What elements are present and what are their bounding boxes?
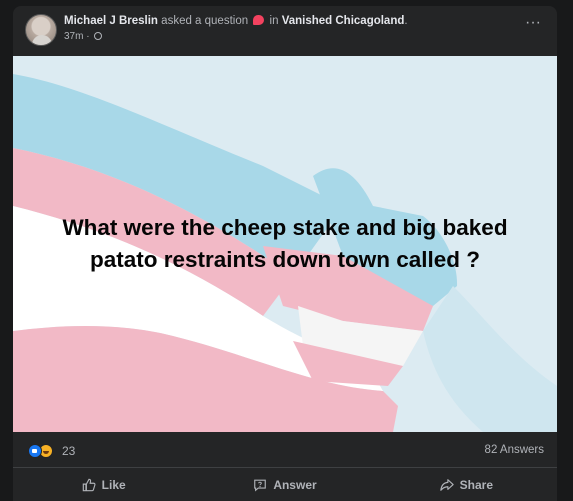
answer-label: Answer bbox=[273, 478, 317, 492]
post-header: Michael J Breslin asked a question in Va… bbox=[13, 6, 557, 56]
question-text: What were the cheep stake and big baked … bbox=[13, 212, 557, 276]
like-icon bbox=[82, 478, 96, 492]
post-time[interactable]: 37m bbox=[64, 31, 83, 42]
answers-count[interactable]: 82 Answers bbox=[485, 444, 544, 456]
answer-icon bbox=[254, 479, 267, 492]
like-reaction-icon[interactable] bbox=[28, 444, 42, 458]
post-title-line: Michael J Breslin asked a question in Va… bbox=[64, 15, 408, 27]
post-card: Michael J Breslin asked a question in Va… bbox=[13, 6, 557, 501]
post-meta: 37m · bbox=[64, 31, 103, 42]
reaction-count[interactable]: 23 bbox=[62, 444, 75, 458]
like-label: Like bbox=[101, 478, 126, 492]
answer-button[interactable]: Answer bbox=[194, 469, 375, 501]
question-image: What were the cheep stake and big baked … bbox=[13, 56, 557, 432]
globe-icon bbox=[94, 32, 103, 40]
question-line-1: What were the cheep stake and big baked bbox=[62, 215, 508, 240]
more-options-icon[interactable]: ··· bbox=[525, 15, 541, 31]
in-text: in bbox=[269, 15, 279, 27]
share-label: Share bbox=[459, 478, 493, 492]
avatar[interactable] bbox=[25, 14, 57, 46]
author-name[interactable]: Michael J Breslin bbox=[64, 15, 158, 27]
share-icon bbox=[439, 479, 454, 491]
action-bar: Like Answer Share bbox=[13, 469, 557, 501]
group-name[interactable]: Vanished Chicagoland bbox=[282, 15, 405, 27]
like-button[interactable]: Like bbox=[13, 469, 194, 501]
share-button[interactable]: Share bbox=[376, 469, 557, 501]
time-separator: · bbox=[86, 31, 90, 42]
post-stats: 23 82 Answers bbox=[13, 432, 557, 468]
question-line-2: patato restraints down town called ? bbox=[89, 247, 481, 272]
action-text: asked a question bbox=[161, 15, 249, 27]
question-badge-icon bbox=[253, 15, 265, 25]
period: . bbox=[404, 15, 408, 27]
